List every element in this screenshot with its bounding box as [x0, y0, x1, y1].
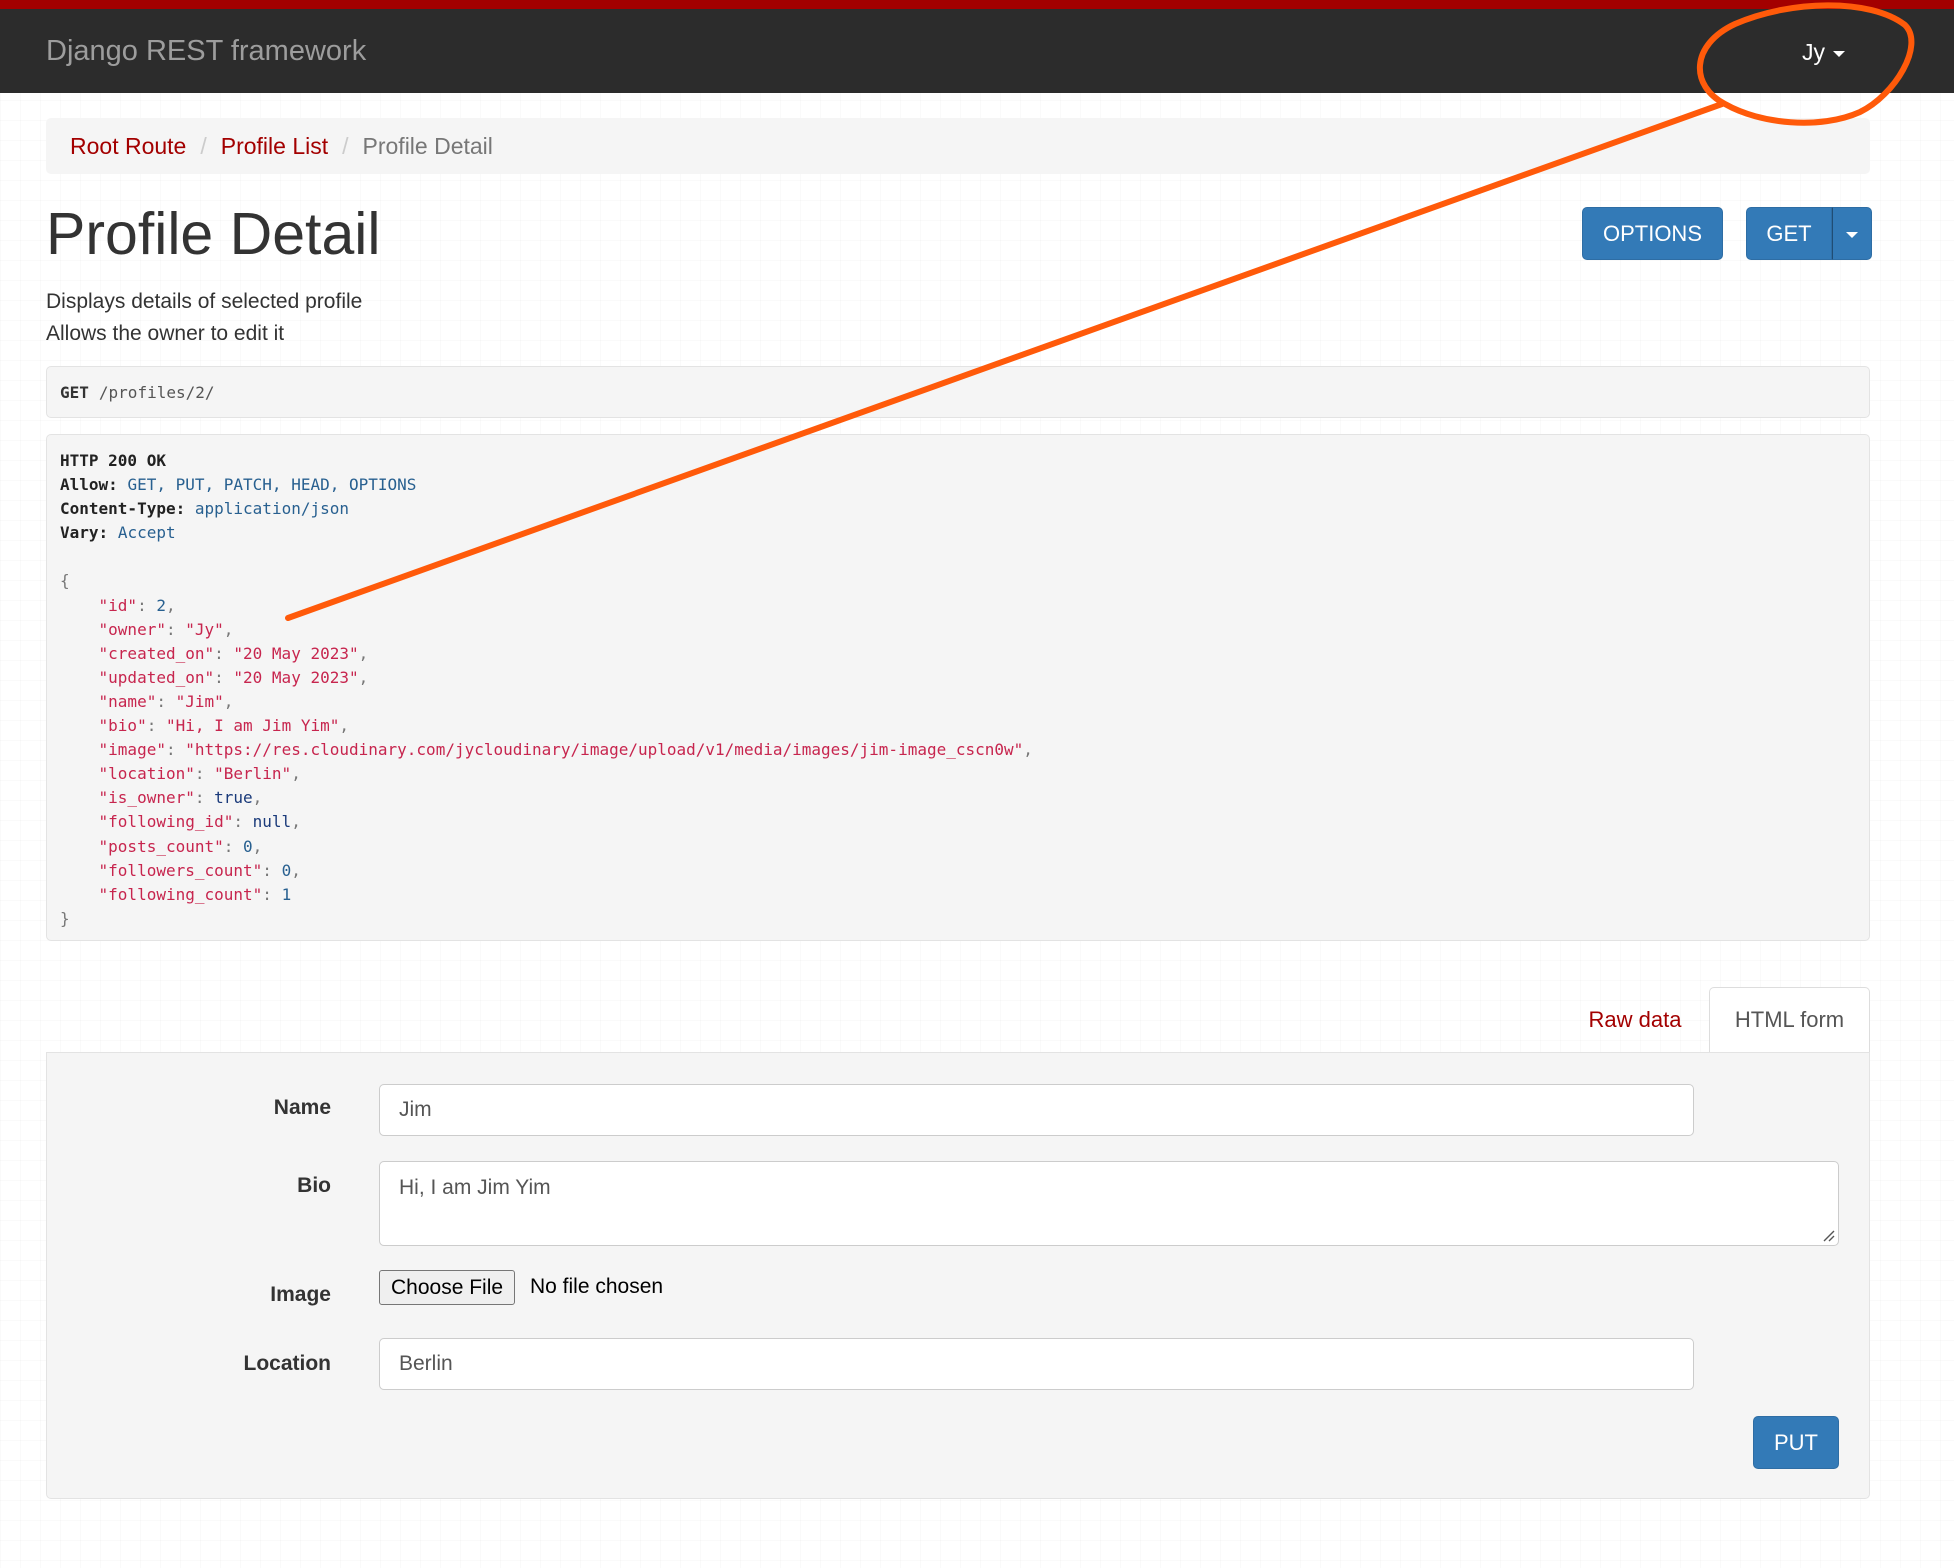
header-name: Allow: [60, 475, 118, 495]
tab-html-form[interactable]: HTML form [1709, 987, 1870, 1053]
json-value-bio: "Hi, I am Jim Yim" [165, 716, 340, 736]
breadcrumb-root-route[interactable]: Root Route [70, 133, 186, 160]
bio-textarea[interactable]: Hi, I am Jim Yim [379, 1161, 1839, 1246]
json-value-id: 2 [156, 595, 166, 615]
json-value-created-on: "20 May 2023" [233, 643, 359, 663]
json-value-is-owner: true [214, 788, 253, 808]
breadcrumb-separator: / [342, 132, 349, 159]
file-status: No file chosen [530, 1275, 664, 1298]
header-value: application/json [194, 499, 349, 519]
json-value-following-count: 1 [281, 884, 292, 904]
request-info: GET /profiles/2/ [46, 366, 1870, 418]
user-name: Jy [1802, 39, 1825, 65]
location-label: Location [243, 1352, 332, 1375]
caret-down-icon [1833, 50, 1845, 57]
choose-file-button[interactable]: Choose File [379, 1270, 516, 1305]
page-title: Profile Detail [46, 201, 381, 267]
caret-down-icon [1846, 231, 1858, 238]
bio-label: Bio [297, 1174, 331, 1197]
description-line: Allows the owner to edit it [46, 322, 285, 345]
breadcrumb-profile-list[interactable]: Profile List [221, 133, 328, 160]
json-value-name: "Jim" [175, 691, 224, 711]
location-input[interactable]: Berlin [379, 1338, 1694, 1390]
json-value-followers-count: 0 [281, 860, 292, 880]
header-value: Accept [117, 523, 176, 543]
breadcrumb: Root Route / Profile List / Profile Deta… [46, 118, 1870, 174]
header-name: Vary: [60, 523, 109, 543]
request-path: /profiles/2/ [98, 382, 215, 402]
tab-raw-data[interactable]: Raw data [1566, 987, 1704, 1053]
description-line: Displays details of selected profile [46, 290, 363, 313]
json-value-location: "Berlin" [214, 764, 292, 784]
page-description: Displays details of selected profile All… [46, 286, 362, 350]
json-value-owner: "Jy" [185, 619, 224, 639]
get-button[interactable]: GET [1746, 207, 1832, 260]
name-label: Name [273, 1096, 331, 1119]
json-value-posts-count: 0 [243, 836, 253, 856]
json-value-updated-on: "20 May 2023" [233, 667, 359, 687]
user-dropdown[interactable]: Jy [1802, 39, 1845, 66]
breadcrumb-profile-detail: Profile Detail [362, 132, 493, 159]
image-label: Image [270, 1283, 331, 1306]
breadcrumb-separator: / [200, 132, 207, 159]
json-value-following-id: null [252, 812, 292, 832]
json-value-image: "https://res.cloudinary.com/jycloudinary… [185, 740, 1024, 760]
brand-title[interactable]: Django REST framework [46, 35, 366, 68]
resize-grip-icon[interactable] [1821, 1228, 1835, 1242]
get-button-group: GET [1746, 207, 1872, 260]
put-button[interactable]: PUT [1753, 1416, 1839, 1469]
response-body: HTTP 200 OK Allow: GET, PUT, PATCH, HEAD… [46, 434, 1870, 941]
options-button[interactable]: OPTIONS [1582, 207, 1723, 260]
get-format-dropdown[interactable] [1832, 207, 1872, 260]
request-method: GET [60, 382, 89, 402]
response-status: HTTP 200 OK [60, 451, 166, 470]
header-value: GET, PUT, PATCH, HEAD, OPTIONS [127, 475, 417, 495]
bio-value: Hi, I am Jim Yim [399, 1176, 551, 1199]
navbar: Django REST framework Jy [0, 0, 1954, 93]
name-input[interactable]: Jim [379, 1084, 1694, 1136]
header-name: Content-Type: [60, 499, 186, 519]
